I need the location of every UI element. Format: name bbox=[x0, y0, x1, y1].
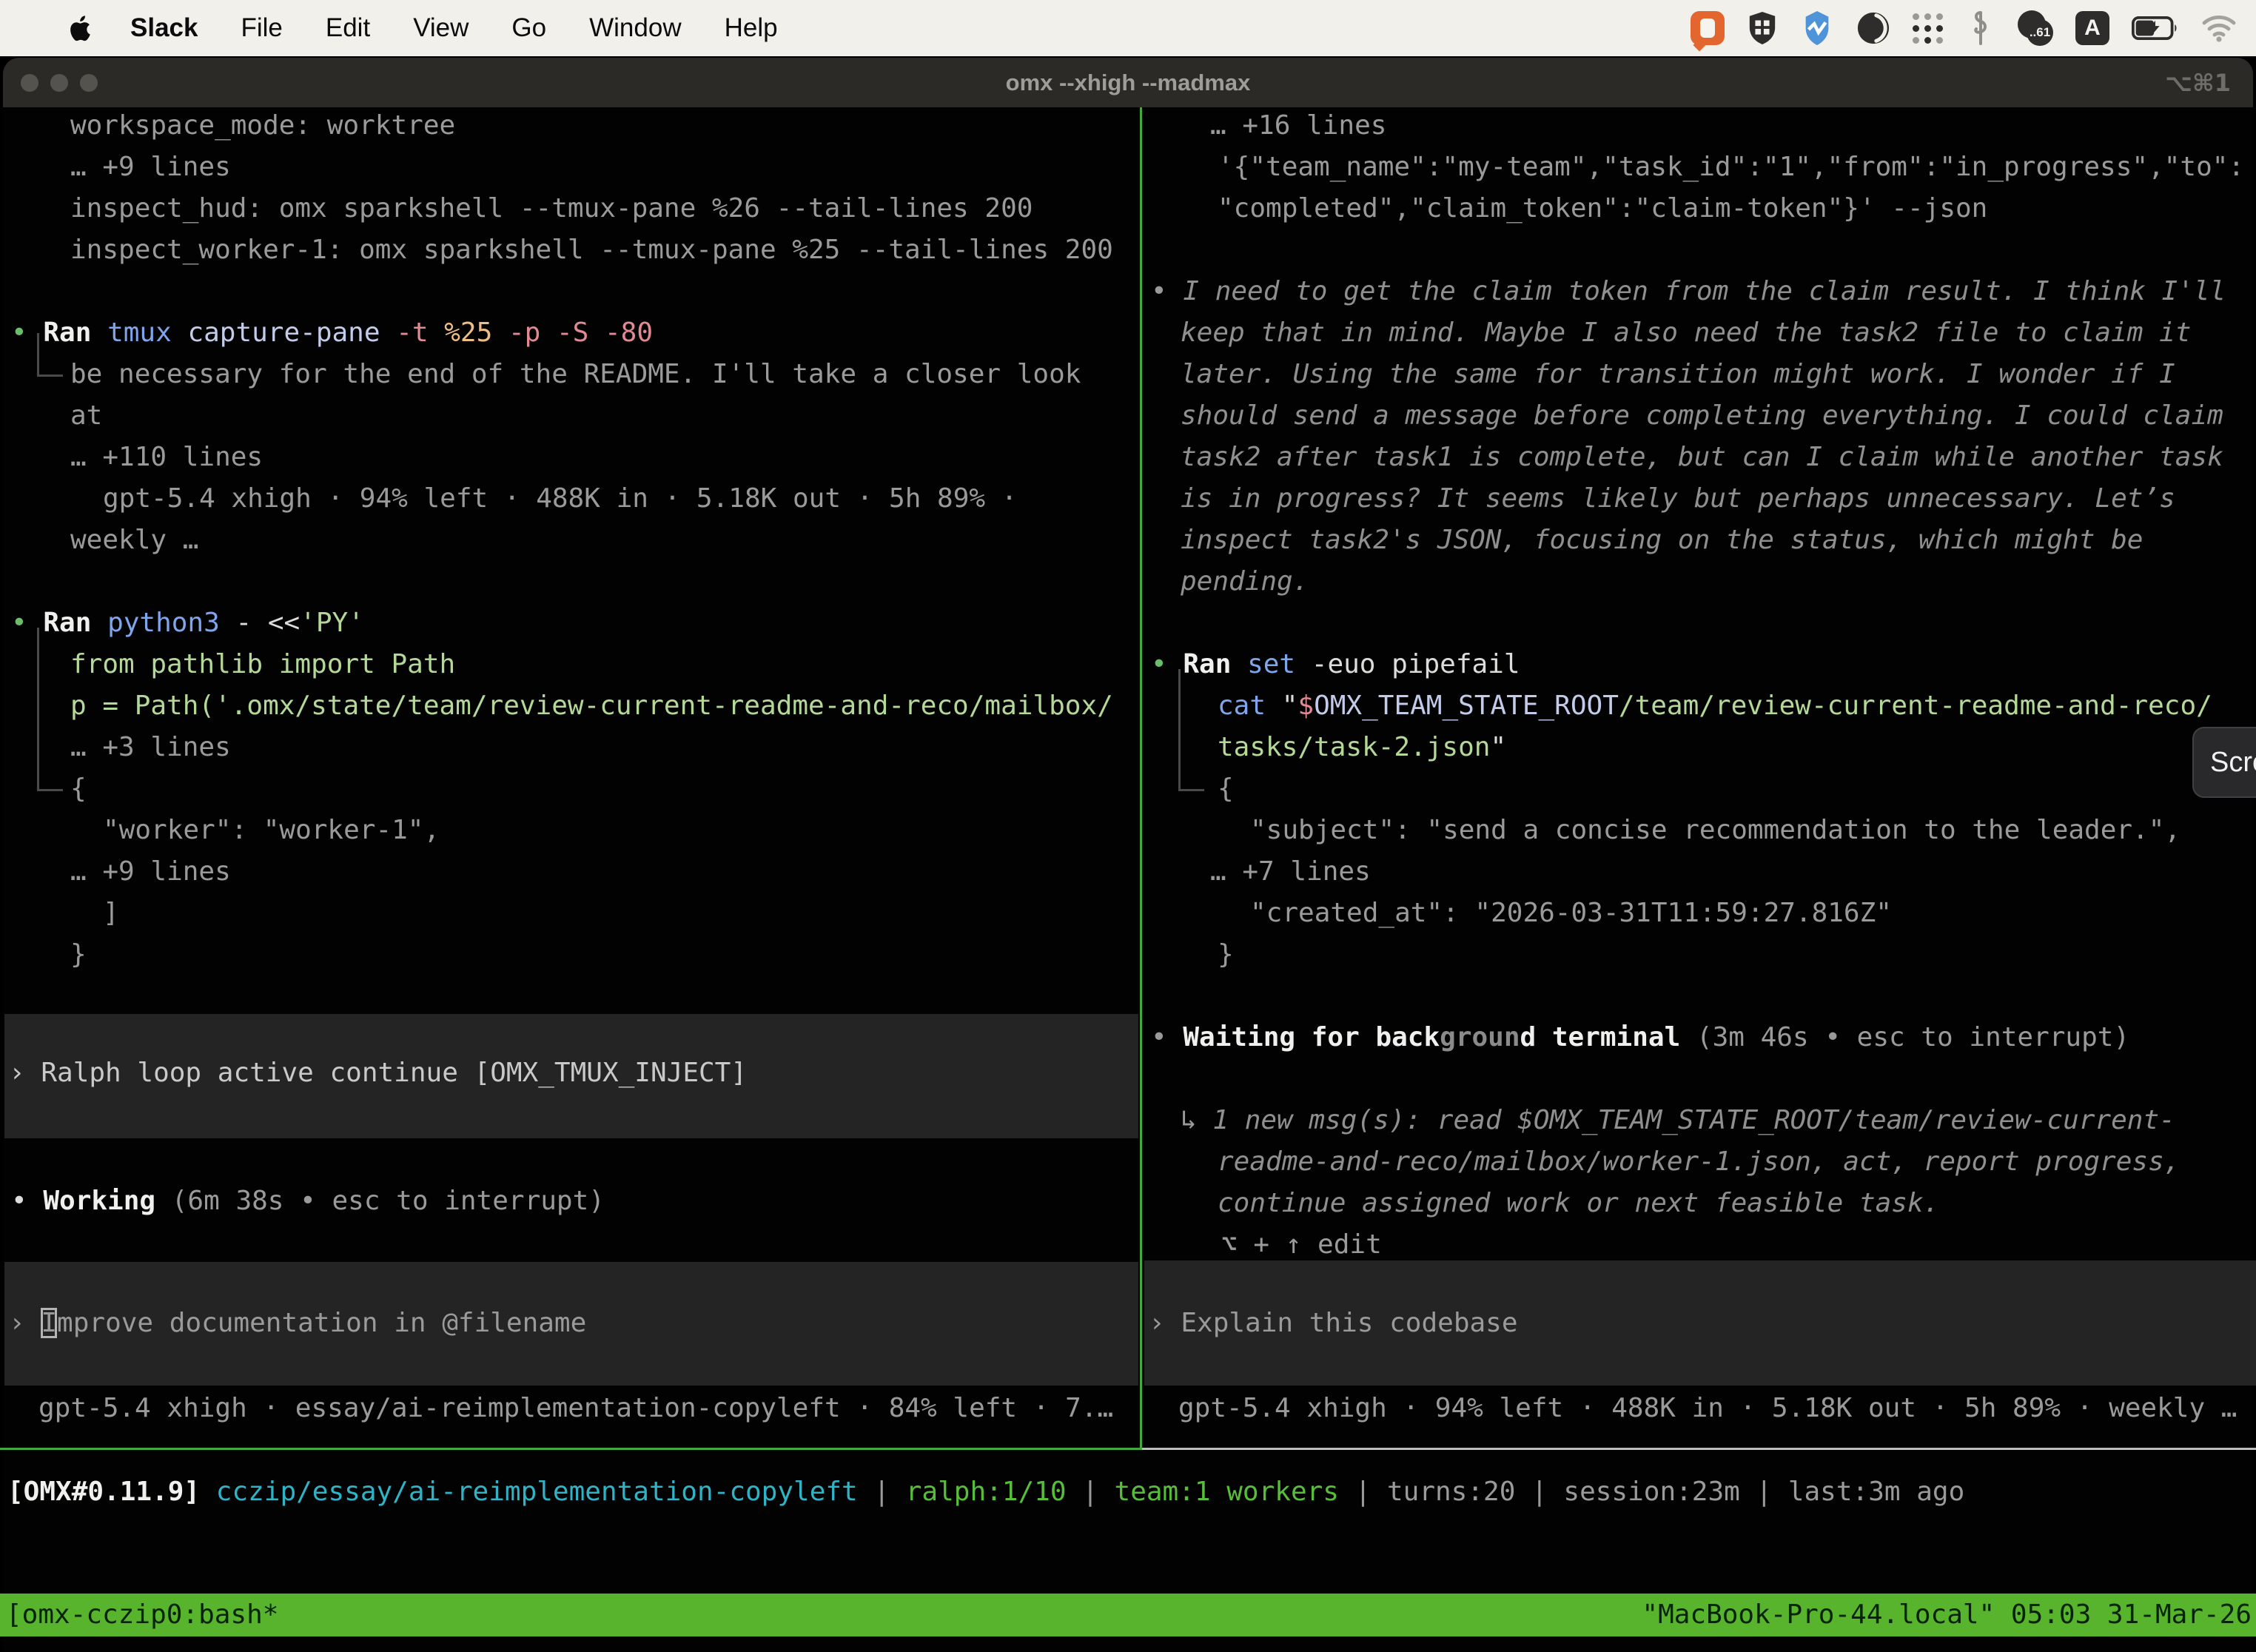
input-source-label: A bbox=[2084, 16, 2101, 41]
active-app-name[interactable]: Slack bbox=[130, 13, 198, 43]
right-pane-border bbox=[1142, 1448, 2256, 1450]
omx-status-line: [OMX#0.11.9] cczip/essay/ai-reimplementa… bbox=[7, 1471, 1964, 1513]
tmux-status-bar: [omx-cczip0:bash* "MacBook-Pro-44.local"… bbox=[0, 1594, 2256, 1636]
badge-61-label: ..61 bbox=[2027, 19, 2053, 46]
chat-app-icon[interactable] bbox=[1691, 11, 1725, 45]
menu-item-window[interactable]: Window bbox=[589, 13, 681, 43]
left-pane-border bbox=[0, 1448, 1142, 1450]
dots-grid-icon[interactable] bbox=[1913, 12, 1945, 44]
menu-item-go[interactable]: Go bbox=[511, 13, 546, 43]
menu-item-help[interactable]: Help bbox=[725, 13, 778, 43]
pane-divider[interactable] bbox=[1140, 107, 1142, 1448]
wifi-icon[interactable] bbox=[2201, 14, 2237, 42]
status-icons: ..61 A bbox=[1691, 10, 2237, 47]
shield-icon[interactable] bbox=[1747, 10, 1778, 46]
screen-share-tooltip: Scre bbox=[2192, 727, 2256, 798]
menu-item-view[interactable]: View bbox=[413, 13, 469, 43]
tmux-session-label: [omx-cczip0:bash* bbox=[0, 1594, 278, 1636]
input-source-icon[interactable]: A bbox=[2075, 11, 2109, 45]
screen-share-tooltip-label: Scre bbox=[2210, 747, 2256, 779]
menu-item-file[interactable]: File bbox=[241, 13, 282, 43]
tmux-host-clock: "MacBook-Pro-44.local" 05:03 31-Mar-26 bbox=[1642, 1594, 2256, 1636]
battery-icon[interactable] bbox=[2132, 16, 2179, 40]
hook-icon[interactable] bbox=[1967, 10, 1994, 47]
menu-bar: Slack File Edit View Go Window Help ..61 A bbox=[0, 0, 2256, 56]
percentage-badge-icon[interactable]: ..61 bbox=[2016, 10, 2053, 46]
omx-status-bar: [OMX#0.11.9] cczip/essay/ai-reimplementa… bbox=[0, 0, 2256, 1652]
apple-menu-icon[interactable] bbox=[67, 13, 92, 43]
pulse-badge-icon[interactable] bbox=[1800, 10, 1834, 47]
crescent-icon[interactable] bbox=[1856, 11, 1890, 45]
screen: { "menu_bar": { "app_name": "Slack", "it… bbox=[0, 0, 2256, 1652]
menu-items: File Edit View Go Window Help bbox=[241, 13, 777, 43]
menu-item-edit[interactable]: Edit bbox=[326, 13, 370, 43]
